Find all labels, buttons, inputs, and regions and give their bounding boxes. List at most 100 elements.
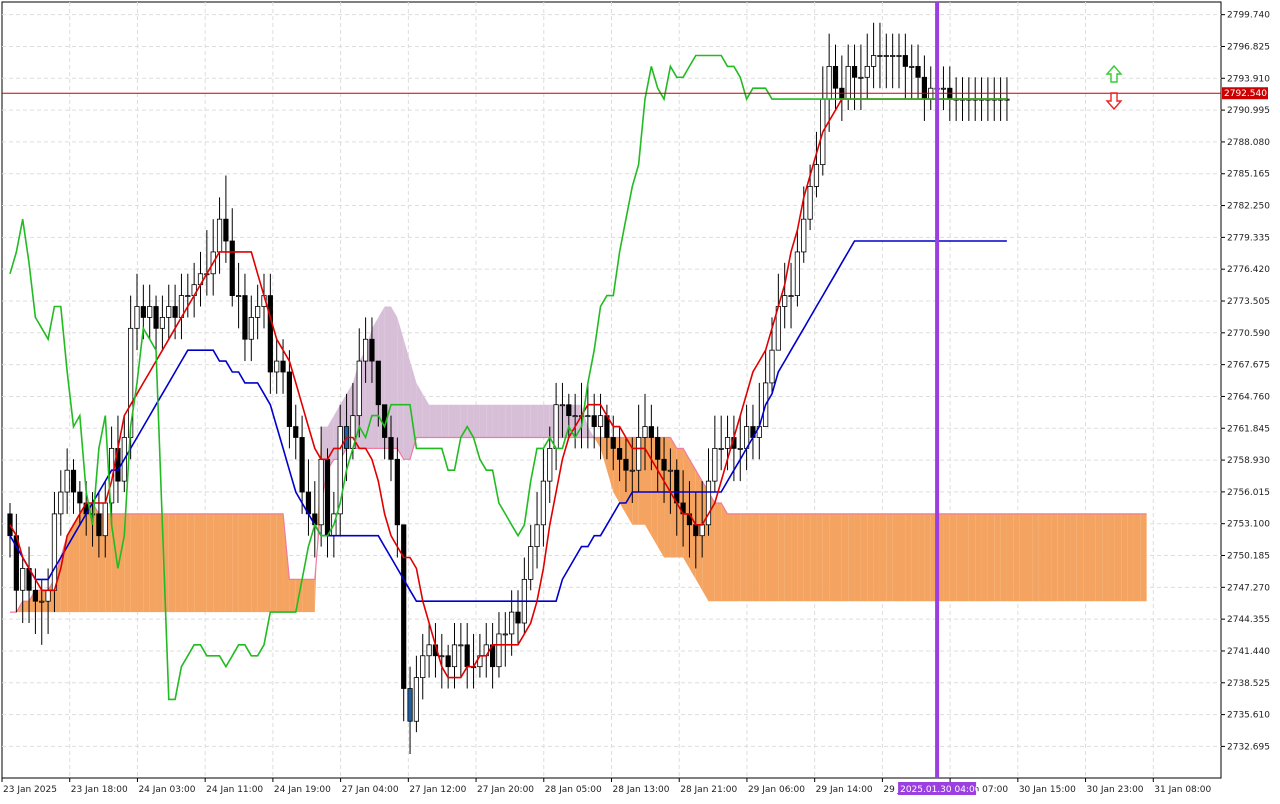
x-tick-label: 29 Jan 14:00 <box>816 785 873 795</box>
kumo-bullish-segment <box>721 502 728 602</box>
candle-body-bullish <box>705 480 712 526</box>
candle-body-bearish <box>140 306 146 318</box>
y-tick-label: 2770.590 <box>1227 329 1270 339</box>
candle-body-bullish <box>940 87 947 90</box>
kumo-bullish-segment <box>968 513 976 602</box>
candle-body-bullish <box>39 600 45 603</box>
kumo-bullish-segment <box>892 513 899 602</box>
kumo-bullish-segment <box>175 513 182 613</box>
candle-body-bullish <box>439 655 445 658</box>
kumo-bearish-segment <box>498 404 506 438</box>
candle-body-bearish <box>153 306 159 329</box>
candle-body-bearish <box>693 524 699 537</box>
candle-body-bullish <box>718 447 724 450</box>
kumo-bullish-segment <box>835 513 842 602</box>
candle-body-bullish <box>712 447 718 482</box>
candle-body-bearish <box>242 295 248 340</box>
y-tick-label: 2741.440 <box>1227 647 1270 657</box>
kumo-bullish-segment <box>746 513 753 602</box>
y-tick-label: 2753.100 <box>1227 520 1270 530</box>
kumo-bullish-segment <box>905 513 912 602</box>
candle-body-bearish <box>70 469 77 493</box>
ichimoku-chart[interactable]: 2799.740 2796.825 2793.910 2790.995 2788.080… <box>0 0 1280 800</box>
candle-body-bullish <box>159 317 165 329</box>
kumo-bullish-segment <box>879 513 887 602</box>
kumo-bullish-segment <box>816 513 823 602</box>
candle-body-bullish <box>782 295 788 307</box>
kumo-bullish-segment <box>810 513 817 602</box>
kumo-bearish-segment <box>454 404 461 438</box>
kumo-bullish-segment <box>1064 513 1071 602</box>
kumo-bullish-segment <box>759 513 766 602</box>
kumo-bullish-segment <box>1013 513 1020 602</box>
kumo-bearish-segment <box>486 404 493 438</box>
candle-body-bearish <box>32 589 39 602</box>
kumo-bearish-segment <box>448 404 455 438</box>
candle-body-bullish <box>871 55 877 67</box>
candle-body-bullish <box>883 55 889 57</box>
candle-body-bullish <box>362 338 369 362</box>
kumo-bullish-segment <box>772 513 779 602</box>
kumo-bearish-segment <box>492 404 499 438</box>
candle-body-bullish <box>629 469 635 472</box>
x-tick-label: 27 Jan 20:00 <box>477 785 534 795</box>
candle-body-bullish <box>502 633 508 636</box>
candle-body-bullish <box>597 415 604 427</box>
candle-body-bearish <box>902 55 908 67</box>
y-tick-label: 2735.610 <box>1227 711 1270 721</box>
candle-body-bullish <box>58 491 64 515</box>
candle-body-bearish <box>464 644 470 668</box>
candle-body-bullish <box>51 513 58 591</box>
candle-body-bullish <box>509 611 515 635</box>
y-tick-label: 2773.505 <box>1227 297 1270 307</box>
x-tick-label: 30 Jan 15:00 <box>1019 785 1076 795</box>
candle-body-bearish <box>394 458 400 526</box>
kumo-bullish-segment <box>886 513 893 602</box>
candle-body-bearish <box>172 306 178 318</box>
kumo-bearish-segment <box>441 404 449 438</box>
candle-body-bullish <box>318 458 324 526</box>
candle-body-bullish <box>559 404 566 407</box>
x-tick-label: 28 Jan 05:00 <box>545 785 602 795</box>
candle-body-bearish <box>661 458 667 471</box>
kumo-bearish-segment <box>511 404 518 438</box>
x-tick-label: 27 Jan 12:00 <box>409 785 466 795</box>
candle-body-bullish <box>801 218 807 253</box>
kumo-bullish-segment <box>911 513 919 602</box>
kumo-bullish-segment <box>232 513 239 613</box>
current-price-tag: 2792.540 <box>1222 87 1268 100</box>
candle-body-bearish <box>286 371 293 427</box>
y-tick-label: 2785.165 <box>1227 170 1270 180</box>
candle-body-bullish <box>134 306 140 329</box>
kumo-bullish-segment <box>1026 513 1033 602</box>
current-price-label: 2792.540 <box>1224 89 1267 99</box>
kumo-bullish-segment <box>302 579 309 613</box>
x-tick-label: 29 Jan 06:00 <box>748 785 805 795</box>
kumo-bullish-segment <box>276 513 284 613</box>
candle-body-bullish <box>496 633 502 668</box>
candle-body-bearish <box>7 513 13 537</box>
kumo-bullish-segment <box>1032 513 1039 602</box>
candle-body-bullish <box>909 65 915 68</box>
kumo-bullish-segment <box>975 513 982 602</box>
candle-body-bullish <box>274 360 280 373</box>
candle-body-bullish <box>585 415 591 418</box>
kumo-bullish-segment <box>149 513 157 613</box>
kumo-bullish-segment <box>22 601 30 613</box>
kumo-bullish-segment <box>714 502 722 602</box>
kumo-bullish-segment <box>1038 513 1046 602</box>
kumo-bullish-segment <box>943 513 950 602</box>
kumo-bullish-segment <box>848 513 855 602</box>
x-tick-label: 23 Jan 18:00 <box>71 785 128 795</box>
kumo-bullish-segment <box>244 513 252 613</box>
kumo-bullish-segment <box>143 513 150 613</box>
candle-body-bearish <box>648 426 654 438</box>
kumo-bearish-segment <box>537 404 544 438</box>
candle-body-bullish <box>216 218 223 253</box>
kumo-bearish-segment <box>530 404 538 438</box>
kumo-bullish-segment <box>829 513 836 602</box>
chart-canvas[interactable]: 2799.740 2796.825 2793.910 2790.995 2788.080… <box>0 0 1280 800</box>
kumo-bullish-segment <box>238 513 245 613</box>
kumo-bearish-segment <box>397 317 404 460</box>
kumo-bullish-segment <box>1121 513 1128 602</box>
